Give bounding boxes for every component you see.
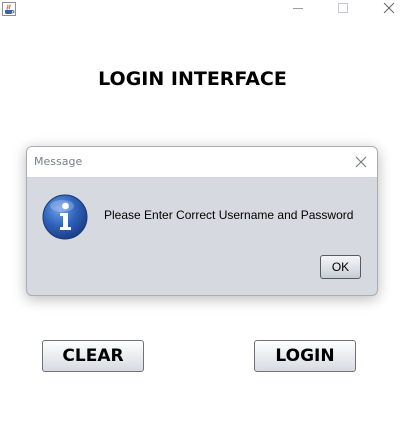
maximize-icon[interactable] — [329, 0, 357, 16]
minimize-icon[interactable] — [284, 0, 312, 16]
login-button[interactable]: LOGIN — [254, 340, 356, 372]
close-icon[interactable] — [375, 0, 403, 16]
close-icon[interactable] — [353, 154, 369, 170]
dialog-message: Please Enter Correct Username and Passwo… — [104, 208, 354, 222]
clear-button[interactable]: CLEAR — [42, 340, 144, 372]
ok-button[interactable]: OK — [320, 255, 361, 279]
message-dialog: Message Please Enter Correct Username an… — [26, 146, 378, 296]
info-icon — [41, 193, 89, 241]
java-cup-icon — [2, 1, 16, 16]
dialog-title: Message — [34, 155, 83, 168]
page-title: LOGIN INTERFACE — [98, 68, 287, 90]
window-titlebar — [0, 0, 405, 18]
dialog-header: Message — [27, 147, 377, 178]
